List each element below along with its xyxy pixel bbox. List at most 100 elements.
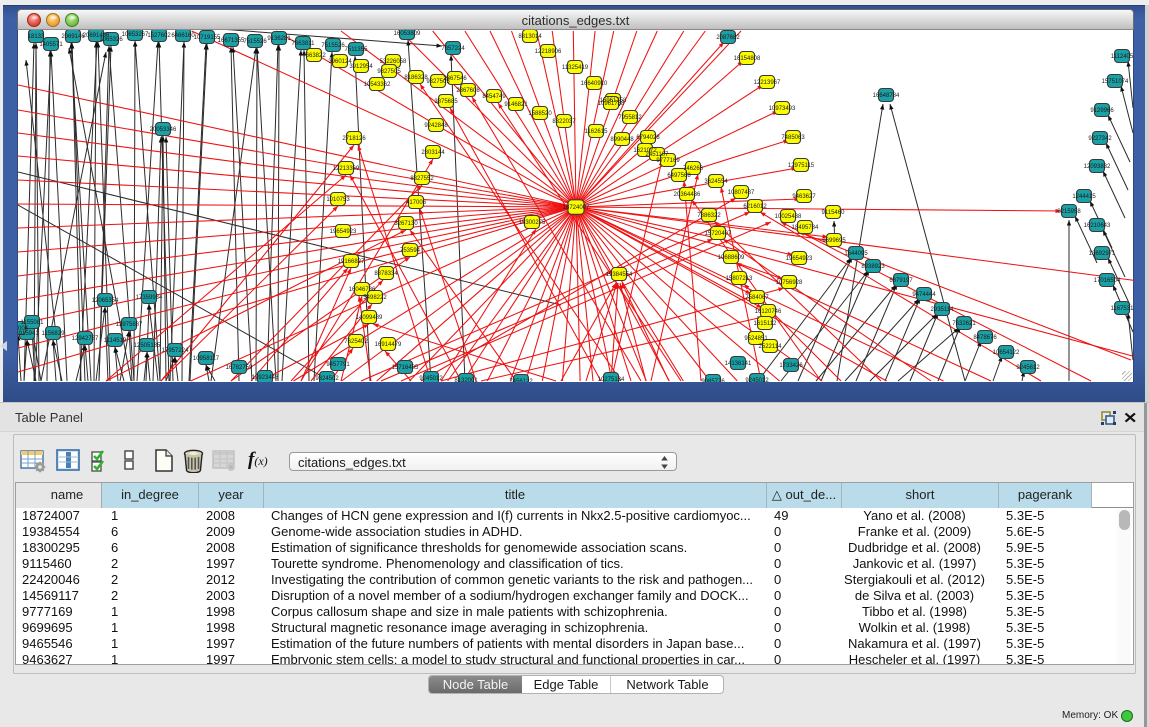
svg-text:9146821: 9146821 (504, 102, 528, 108)
svg-text:20364436: 20364436 (674, 192, 701, 198)
svg-text:7886322: 7886322 (697, 213, 721, 219)
svg-text:16671355: 16671355 (218, 38, 245, 44)
svg-text:10756928: 10756928 (776, 280, 803, 286)
svg-text:9085776: 9085776 (701, 379, 725, 382)
svg-text:19654923: 19654923 (786, 256, 813, 262)
svg-text:1644095: 1644095 (844, 251, 868, 257)
svg-text:12213967: 12213967 (754, 80, 781, 86)
svg-text:3624554: 3624554 (704, 179, 728, 185)
svg-text:8938923: 8938923 (861, 264, 885, 270)
svg-text:1615112: 1615112 (754, 321, 778, 327)
svg-text:7511355: 7511355 (345, 47, 369, 53)
svg-text:14099489: 14099489 (356, 315, 383, 321)
svg-text:5498222: 5498222 (363, 295, 387, 301)
svg-text:12093832: 12093832 (1084, 164, 1111, 170)
svg-text:753594: 753594 (400, 248, 421, 254)
svg-text:12218906: 12218906 (535, 49, 562, 55)
svg-text:931004: 931004 (18, 326, 29, 332)
svg-text:16648784: 16648784 (873, 93, 900, 99)
svg-text:13975887: 13975887 (116, 322, 143, 328)
svg-text:7663811: 7663811 (292, 41, 316, 47)
svg-text:10654122: 10654122 (993, 350, 1020, 356)
svg-text:8990448: 8990448 (610, 137, 634, 143)
svg-text:7584067: 7584067 (745, 295, 769, 301)
svg-text:8878334: 8878334 (374, 271, 398, 277)
svg-text:2087682: 2087682 (716, 35, 740, 41)
svg-text:3267130: 3267130 (394, 221, 418, 227)
svg-text:9463627: 9463627 (792, 194, 816, 200)
svg-text:16154808: 16154808 (734, 56, 761, 62)
svg-text:9245612: 9245612 (1016, 365, 1040, 371)
svg-text:8478676: 8478676 (973, 335, 997, 341)
svg-text:10688609: 10688609 (718, 255, 745, 261)
svg-text:16640910: 16640910 (581, 81, 608, 87)
svg-text:16782759: 16782759 (226, 365, 253, 371)
svg-text:15720407: 15720407 (705, 231, 732, 237)
svg-text:1065326: 1065326 (99, 37, 123, 43)
svg-text:8327552: 8327552 (410, 176, 434, 182)
svg-text:19654923: 19654923 (330, 229, 357, 235)
svg-text:9129966: 9129966 (1090, 108, 1114, 114)
svg-text:1244415: 1244415 (1072, 194, 1096, 200)
svg-text:2522114: 2522114 (759, 344, 783, 350)
svg-text:10958117: 10958117 (193, 356, 220, 362)
svg-text:10543362: 10543362 (364, 82, 391, 88)
svg-text:16046786: 16046786 (349, 287, 376, 293)
svg-text:7955812: 7955812 (618, 115, 642, 121)
svg-text:9827505: 9827505 (377, 69, 401, 75)
svg-text:7515526: 7515526 (321, 43, 345, 49)
svg-text:8186328: 8186328 (404, 75, 428, 81)
svg-text:9242848: 9242848 (424, 123, 448, 129)
svg-text:6497568: 6497568 (667, 173, 691, 179)
svg-text:8322037: 8322037 (552, 119, 576, 125)
svg-text:12213369: 12213369 (333, 166, 360, 172)
svg-text:9136281: 9136281 (267, 36, 291, 42)
svg-text:9524851: 9524851 (744, 336, 768, 342)
svg-text:3912954: 3912954 (349, 64, 373, 70)
svg-text:7625402: 7625402 (344, 339, 368, 345)
svg-text:12505185: 12505185 (134, 343, 161, 349)
svg-text:16914479: 16914479 (375, 342, 402, 348)
svg-text:2367608: 2367608 (456, 88, 480, 94)
svg-text:7857224: 7857224 (441, 46, 465, 52)
svg-text:14136141: 14136141 (725, 361, 752, 367)
svg-text:1010753: 1010753 (326, 197, 350, 203)
svg-text:2367546: 2367546 (443, 76, 467, 82)
svg-text:12065354: 12065354 (92, 298, 119, 304)
svg-text:17016504: 17016504 (1094, 278, 1121, 284)
svg-text:9777169: 9777169 (656, 158, 680, 164)
svg-text:8454749: 8454749 (482, 94, 506, 100)
svg-text:6216012: 6216012 (743, 204, 767, 210)
svg-text:11325419: 11325419 (562, 65, 589, 71)
svg-text:12942737: 12942737 (72, 336, 99, 342)
svg-text:16053809: 16053809 (394, 31, 421, 37)
svg-text:17957224: 17957224 (162, 348, 189, 354)
svg-text:9115460: 9115460 (822, 210, 846, 216)
svg-text:10275134: 10275134 (598, 377, 625, 382)
svg-text:13692971: 13692971 (1089, 251, 1116, 257)
svg-text:15300275: 15300275 (519, 220, 546, 226)
svg-text:9245012: 9245012 (419, 376, 443, 382)
svg-text:6466160: 6466160 (171, 33, 195, 39)
svg-text:746266: 746266 (683, 166, 704, 172)
svg-text:53226058: 53226058 (380, 59, 407, 65)
svg-text:10961758: 10961758 (598, 101, 625, 107)
svg-text:19166827: 19166827 (338, 259, 365, 265)
svg-text:16210643: 16210643 (1084, 223, 1111, 229)
svg-text:1733426: 1733426 (779, 363, 803, 369)
svg-text:9457791: 9457791 (326, 362, 350, 368)
svg-text:1405571: 1405571 (39, 42, 63, 48)
svg-text:10807487: 10807487 (728, 190, 755, 196)
svg-text:7663822: 7663822 (302, 53, 326, 59)
svg-text:8132001: 8132001 (454, 378, 478, 382)
svg-text:1114519: 1114519 (104, 338, 127, 344)
svg-text:16120746: 16120746 (755, 309, 782, 315)
svg-text:19384554: 19384554 (606, 272, 633, 278)
svg-text:417006: 417006 (406, 200, 427, 206)
svg-text:1588520: 1588520 (528, 111, 552, 117)
svg-text:9245012: 9245012 (745, 378, 769, 382)
svg-text:8215958: 8215958 (1057, 209, 1081, 215)
svg-text:2803144: 2803144 (421, 150, 445, 156)
svg-text:10973493: 10973493 (769, 106, 796, 112)
svg-text:12975115: 12975115 (788, 163, 815, 169)
